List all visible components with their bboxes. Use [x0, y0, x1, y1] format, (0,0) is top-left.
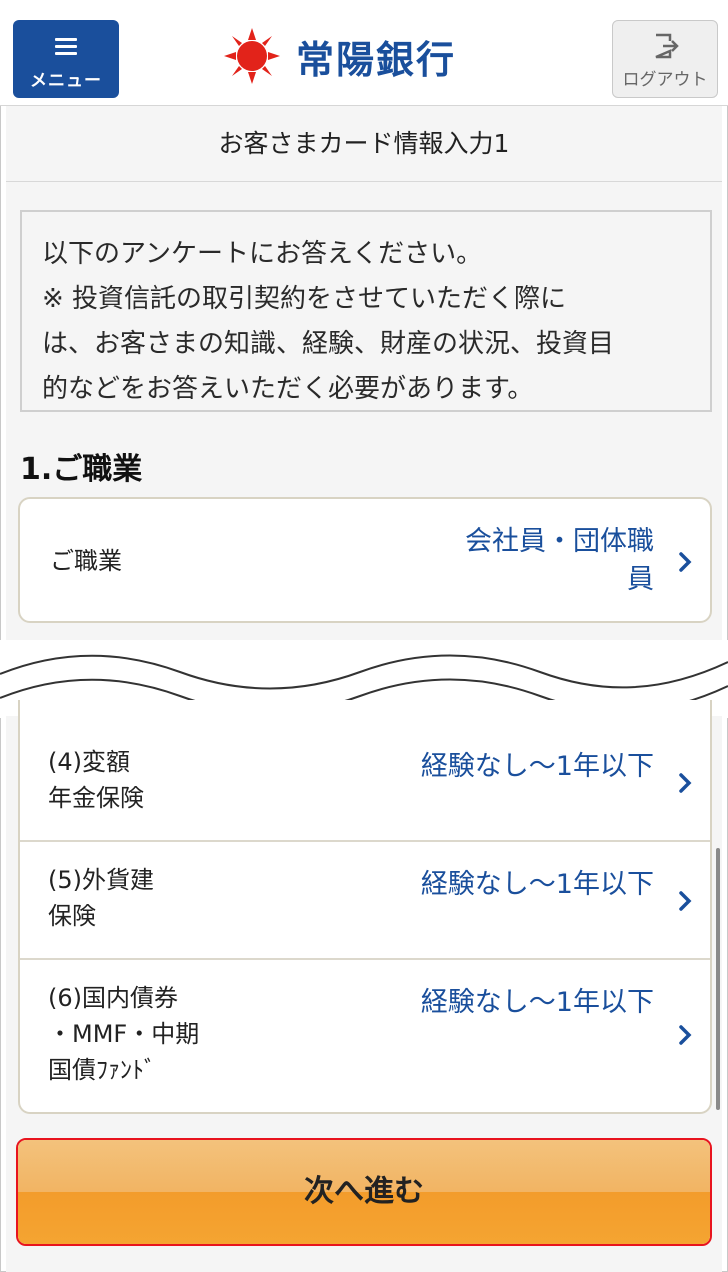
chevron-right-icon	[679, 552, 692, 572]
experience-value: 経験なし～1年以下	[420, 751, 654, 782]
section-title-occupation: 1.ご職業	[20, 452, 143, 487]
list-item[interactable]: (4)変額 年金保険 経験なし～1年以下	[20, 700, 710, 842]
experience-value: 経験なし～1年以下	[420, 869, 654, 900]
product-label-line: (5)外貨建	[48, 866, 154, 894]
logout-icon	[655, 33, 679, 59]
menu-label: メニュー	[30, 71, 102, 91]
list-item[interactable]: (6)国内債券 ・MMF・中期 国債ﾌｧﾝﾄﾞ 経験なし～1年以下	[20, 960, 710, 1112]
survey-notice: 以下のアンケートにお答えください。 ※ 投資信託の取引契約をさせていただく際に …	[20, 210, 712, 412]
page-title: お客さまカード情報入力1	[6, 106, 722, 182]
notice-line: 的などをお答えいただく必要があります。	[42, 374, 534, 404]
product-label: (4)変額 年金保険	[48, 744, 144, 816]
scrollbar[interactable]	[716, 848, 720, 1110]
bank-name: 常陽銀行	[296, 37, 457, 82]
logout-button[interactable]: ログアウト	[612, 20, 718, 98]
chevron-right-icon	[679, 773, 692, 793]
notice-line: は、お客さまの知識、経験、財産の状況、投資目	[42, 329, 615, 359]
occupation-row[interactable]: ご職業 会社員・団体職 員	[18, 497, 712, 623]
occupation-label: ご職業	[50, 547, 122, 575]
chevron-right-icon	[679, 1025, 692, 1045]
list-item[interactable]: (5)外貨建 保険 経験なし～1年以下	[20, 842, 710, 960]
experience-list: (4)変額 年金保険 経験なし～1年以下 (5)外貨建 保険 経験なし～1年以下…	[18, 700, 712, 1114]
product-label-line: 保険	[48, 902, 96, 930]
hamburger-icon	[55, 38, 77, 56]
app-header: メニュー 常陽銀行 ログアウト	[0, 0, 728, 106]
product-label-line: (4)変額	[48, 748, 130, 776]
occupation-value-line: 員	[627, 564, 654, 595]
product-label-line: ・MMF・中期	[48, 1020, 200, 1048]
product-label-line: 年金保険	[48, 784, 144, 812]
notice-line: ※ 投資信託の取引契約をさせていただく際に	[42, 284, 567, 314]
product-label-line: (6)国内債券	[48, 984, 178, 1012]
notice-line: 以下のアンケートにお答えください。	[42, 239, 483, 269]
product-label: (5)外貨建 保険	[48, 862, 154, 934]
chevron-right-icon	[679, 891, 692, 911]
occupation-value: 会社員・団体職 員	[465, 523, 654, 599]
next-button-label: 次へ進む	[304, 1174, 424, 1209]
logout-label: ログアウト	[622, 70, 708, 90]
sun-logo-icon	[224, 28, 280, 84]
occupation-value-line: 会社員・団体職	[465, 526, 654, 557]
experience-value: 経験なし～1年以下	[420, 987, 654, 1018]
next-button[interactable]: 次へ進む	[16, 1138, 712, 1246]
bank-logo: 常陽銀行	[222, 26, 456, 86]
product-label-line: 国債ﾌｧﾝﾄﾞ	[48, 1056, 156, 1084]
product-label: (6)国内債券 ・MMF・中期 国債ﾌｧﾝﾄﾞ	[48, 980, 199, 1088]
menu-button[interactable]: メニュー	[13, 20, 119, 98]
